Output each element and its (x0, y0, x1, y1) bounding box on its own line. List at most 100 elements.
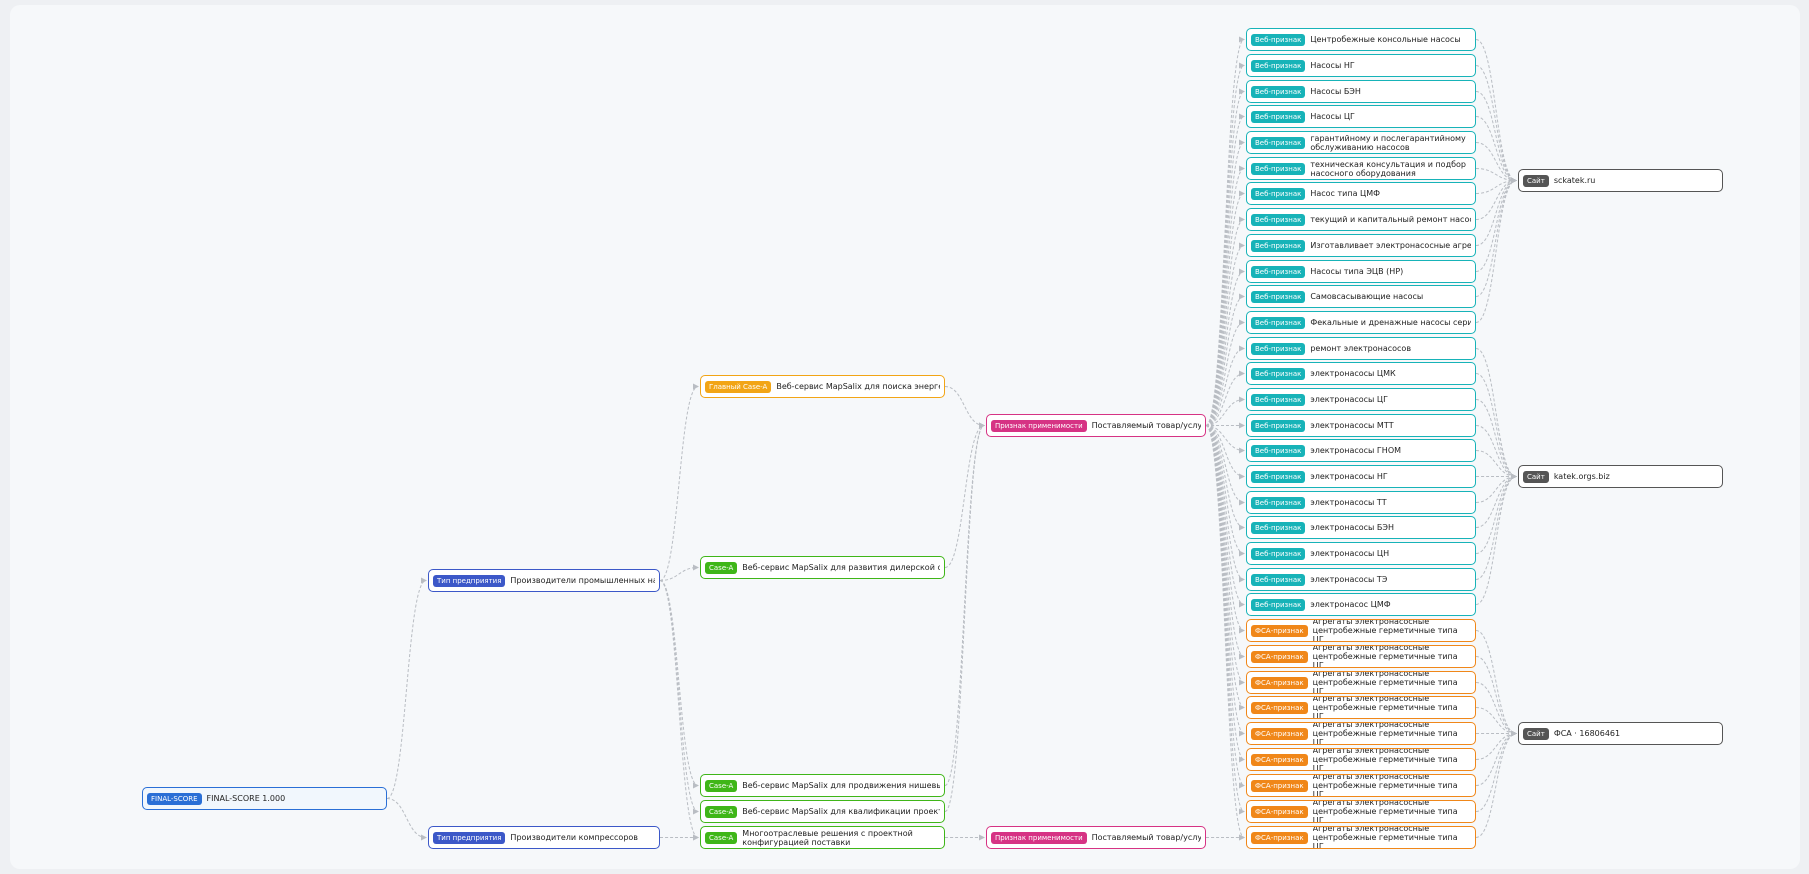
fsa-feature-node[interactable]: ФСА-признак Агрегаты электронасосные цент… (1246, 619, 1476, 642)
case-node-dealer[interactable]: Case-A Веб-сервис MapSalix для развития д… (700, 556, 945, 579)
fsa-feature-node-label: Агрегаты электронасосные центробежные ге… (1312, 774, 1458, 797)
fsa-feature-node[interactable]: ФСА-признак Агрегаты электронасосные цент… (1246, 826, 1476, 849)
web-feature-node[interactable]: Веб-признак электронасосы ЦН (1246, 542, 1476, 565)
case-node-multi[interactable]: Case-A Многоотраслевые решения с проектно… (700, 826, 945, 849)
web-feature-node-label: электронасосы ЦГ (1310, 395, 1389, 404)
fsa-feature-node-tag: ФСА-признак (1251, 624, 1308, 637)
case-node-dealer-tag: Case-A (705, 561, 738, 574)
web-feature-node-tag: Веб-признак (1251, 444, 1306, 457)
applicability-node-1[interactable]: Признак применимости Поставляемый товар/у… (986, 414, 1206, 437)
web-feature-node-label: электронасосы ТЭ (1310, 575, 1388, 584)
web-feature-node[interactable]: Веб-признак электронасосы НГ (1246, 465, 1476, 488)
fsa-feature-node[interactable]: ФСА-признак Агрегаты электронасосные цент… (1246, 748, 1476, 771)
fsa-feature-node-label: Агрегаты электронасосные центробежные ге… (1312, 645, 1458, 668)
final-score-node[interactable]: FINAL-SCORE FINAL-SCORE 1.000 (142, 787, 387, 810)
web-feature-node-tag: Веб-признак (1251, 573, 1306, 586)
web-feature-node[interactable]: Веб-признак Насосы типа ЭЦВ (НР) (1246, 260, 1476, 283)
case-node-niche[interactable]: Case-A Веб-сервис MapSalix для продвижени… (700, 774, 945, 797)
case-node-niche-tag: Case-A (705, 779, 738, 792)
web-feature-node[interactable]: Веб-признак Насос типа ЦМФ (1246, 182, 1476, 205)
web-feature-node-tag: Веб-признак (1251, 162, 1306, 175)
web-feature-node[interactable]: Веб-признак Насосы НГ (1246, 54, 1476, 77)
case-node-dealer-label: Веб-сервис MapSalix для развития дилерск… (742, 563, 940, 572)
web-feature-node[interactable]: Веб-признак электронасосы БЭН (1246, 516, 1476, 539)
web-feature-node-tag: Веб-признак (1251, 393, 1306, 406)
case-node-main[interactable]: Главный Case-A Веб-сервис MapSalix для по… (700, 375, 945, 398)
web-feature-node[interactable]: Веб-признак электронасосы ТЭ (1246, 568, 1476, 591)
applicability-node-1-label: Поставляемый товар/услуга (1091, 421, 1201, 430)
web-feature-node[interactable]: Веб-признак Фекальные и дренажные насосы … (1246, 311, 1476, 334)
web-feature-node[interactable]: Веб-признак ремонт электронасосов (1246, 337, 1476, 360)
web-feature-node-tag: Веб-признак (1251, 265, 1306, 278)
web-feature-node[interactable]: Веб-признак текущий и капитальный ремонт … (1246, 208, 1476, 231)
site-node-label: katek.orgs.biz (1553, 472, 1610, 481)
type-node-compressors[interactable]: Тип предприятия Производители компрессоро… (428, 826, 660, 849)
site-node-tag: Сайт (1523, 727, 1549, 740)
web-feature-node[interactable]: Веб-признак электронасос ЦМФ (1246, 593, 1476, 616)
site-node[interactable]: Сайт ФСА · 16806461 (1518, 722, 1723, 745)
case-node-main-label: Веб-сервис MapSalix для поиска энергетич… (776, 382, 940, 391)
fsa-feature-node-label: Агрегаты электронасосные центробежные ге… (1312, 826, 1458, 849)
web-feature-node-tag: Веб-признак (1251, 59, 1306, 72)
site-node-tag: Сайт (1523, 470, 1549, 483)
web-feature-node-label: электронасосы БЭН (1310, 523, 1395, 532)
web-feature-node-label: электронасосы ГНОМ (1310, 446, 1402, 455)
fsa-feature-node-tag: ФСА-признак (1251, 650, 1308, 663)
applicability-node-2[interactable]: Признак применимости Поставляемый товар/у… (986, 826, 1206, 849)
web-feature-node-label: электронасосы МТТ (1310, 421, 1394, 430)
fsa-feature-node[interactable]: ФСА-признак Агрегаты электронасосные цент… (1246, 696, 1476, 719)
web-feature-node[interactable]: Веб-признак Насосы ЦГ (1246, 105, 1476, 128)
fsa-feature-node-label: Агрегаты электронасосные центробежные ге… (1312, 671, 1458, 694)
web-feature-node-label: Самовсасывающие насосы (1310, 292, 1424, 301)
web-feature-node[interactable]: Веб-признак электронасосы ГНОМ (1246, 439, 1476, 462)
fsa-feature-node-tag: ФСА-признак (1251, 779, 1308, 792)
web-feature-node[interactable]: Веб-признак Изготавливает электронасосные… (1246, 234, 1476, 257)
case-node-multi-label: Многоотраслевые решения с проектной конф… (742, 828, 913, 847)
web-feature-node-label: Центробежные консольные насосы (1310, 35, 1461, 44)
web-feature-node-tag: Веб-признак (1251, 33, 1306, 46)
web-feature-node-label: Изготавливает электронасосные агрегаты т… (1310, 241, 1471, 250)
web-feature-node[interactable]: Веб-признак Центробежные консольные насос… (1246, 28, 1476, 51)
site-node[interactable]: Сайт sckatek.ru (1518, 169, 1723, 192)
fsa-feature-node[interactable]: ФСА-признак Агрегаты электронасосные цент… (1246, 722, 1476, 745)
fsa-feature-node-tag: ФСА-признак (1251, 727, 1308, 740)
web-feature-node[interactable]: Веб-признак электронасосы МТТ (1246, 414, 1476, 437)
web-feature-node-tag: Веб-признак (1251, 290, 1306, 303)
web-feature-node[interactable]: Веб-признак электронасосы ЦМК (1246, 362, 1476, 385)
site-node-label: ФСА · 16806461 (1553, 729, 1621, 738)
web-feature-node-label: Насос типа ЦМФ (1310, 189, 1381, 198)
web-feature-node-label: электронасос ЦМФ (1310, 600, 1391, 609)
web-feature-node-label: Фекальные и дренажные насосы серии «Ирты (1310, 318, 1471, 327)
type-node-compressors-label: Производители компрессоров (510, 833, 639, 842)
web-feature-node-tag: Веб-признак (1251, 136, 1306, 149)
fsa-feature-node-tag: ФСА-признак (1251, 701, 1308, 714)
fsa-feature-node[interactable]: ФСА-признак Агрегаты электронасосные цент… (1246, 671, 1476, 694)
web-feature-node[interactable]: Веб-признак гарантийному и послегарантийн… (1246, 131, 1476, 154)
fsa-feature-node[interactable]: ФСА-признак Агрегаты электронасосные цент… (1246, 774, 1476, 797)
web-feature-node[interactable]: Веб-признак электронасосы ТТ (1246, 491, 1476, 514)
web-feature-node[interactable]: Веб-признак Насосы БЭН (1246, 80, 1476, 103)
web-feature-node-label: гарантийному и послегарантийному обслужи… (1310, 133, 1466, 152)
case-node-qualify-tag: Case-A (705, 805, 738, 818)
web-feature-node[interactable]: Веб-признак электронасосы ЦГ (1246, 388, 1476, 411)
fsa-feature-node-label: Агрегаты электронасосные центробежные ге… (1312, 800, 1458, 823)
case-node-niche-label: Веб-сервис MapSalix для продвижения нише… (742, 781, 940, 790)
type-node-pumps-label: Производители промышленных насосов (510, 576, 655, 585)
site-node[interactable]: Сайт katek.orgs.biz (1518, 465, 1723, 488)
web-feature-node-label: текущий и капитальный ремонт насосного о… (1310, 215, 1471, 224)
fsa-feature-node[interactable]: ФСА-признак Агрегаты электронасосные цент… (1246, 645, 1476, 668)
web-feature-node-tag: Веб-признак (1251, 419, 1306, 432)
web-feature-node[interactable]: Веб-признак Самовсасывающие насосы (1246, 285, 1476, 308)
web-feature-node-tag: Веб-признак (1251, 316, 1306, 329)
fsa-feature-node-label: Агрегаты электронасосные центробежные ге… (1312, 619, 1458, 642)
fsa-feature-node[interactable]: ФСА-признак Агрегаты электронасосные цент… (1246, 800, 1476, 823)
web-feature-node[interactable]: Веб-признак техническая консультация и по… (1246, 157, 1476, 180)
site-node-label: sckatek.ru (1553, 176, 1596, 185)
web-feature-node-tag: Веб-признак (1251, 547, 1306, 560)
type-node-pumps[interactable]: Тип предприятия Производители промышленны… (428, 569, 660, 592)
case-node-qualify[interactable]: Case-A Веб-сервис MapSalix для квалификац… (700, 800, 945, 823)
web-feature-node-tag: Веб-признак (1251, 187, 1306, 200)
web-feature-node-label: ремонт электронасосов (1310, 344, 1412, 353)
web-feature-node-label: электронасосы НГ (1310, 472, 1388, 481)
web-feature-node-label: электронасосы ЦН (1310, 549, 1390, 558)
